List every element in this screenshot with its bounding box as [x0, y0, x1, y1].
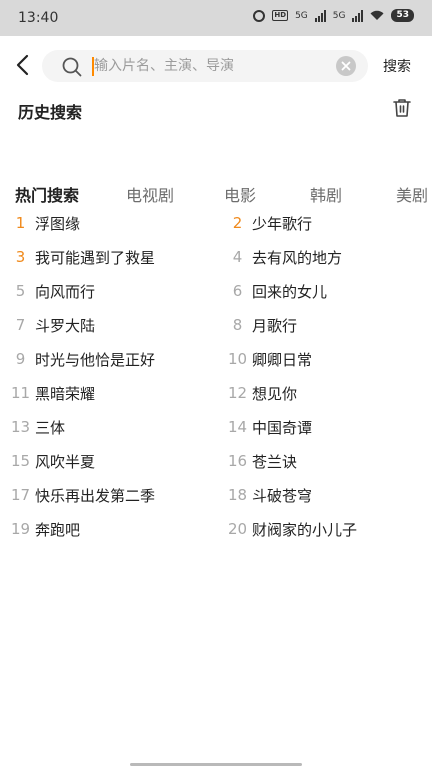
- rank-number: 18: [227, 486, 248, 504]
- rank-title: 苍兰诀: [252, 452, 298, 471]
- rank-title: 斗破苍穹: [252, 486, 313, 505]
- hot-search-item[interactable]: 7 斗罗大陆: [8, 308, 95, 342]
- hd-icon: HD: [272, 10, 289, 21]
- rank-title: 想见你: [252, 384, 298, 403]
- rank-number: 3: [15, 248, 26, 266]
- hot-search-item[interactable]: 2 少年歌行: [225, 206, 312, 240]
- network-label-2: 5G: [332, 10, 346, 21]
- rank-title: 时光与他恰是正好: [35, 350, 156, 369]
- network-label-1: 5G: [295, 10, 308, 21]
- rank-title: 快乐再出发第二季: [35, 486, 156, 505]
- hot-search-item[interactable]: 13 三体: [8, 410, 65, 444]
- rank-number: 16: [227, 452, 248, 470]
- rank-title: 斗罗大陆: [35, 316, 96, 335]
- hot-search-item[interactable]: 19 奔跑吧: [8, 512, 80, 546]
- status-icons: HD 5G 5G 53: [253, 9, 414, 22]
- status-time: 13:40: [18, 10, 59, 26]
- rank-number: 12: [227, 384, 248, 402]
- rank-title: 黑暗荣耀: [35, 384, 96, 403]
- tab-korean-drama[interactable]: 韩剧: [310, 182, 342, 204]
- hot-search-item[interactable]: 3 我可能遇到了救星: [8, 240, 155, 274]
- rank-number: 2: [232, 214, 243, 232]
- rank-number: 1: [15, 214, 26, 232]
- rank-number: 17: [10, 486, 31, 504]
- hot-search-item[interactable]: 11 黑暗荣耀: [8, 376, 95, 410]
- search-input[interactable]: [94, 50, 334, 82]
- rank-number: 20: [227, 520, 248, 538]
- rank-title: 中国奇谭: [252, 418, 313, 437]
- hot-search-item[interactable]: 6 回来的女儿: [225, 274, 327, 308]
- status-bar: 13:40 HD 5G 5G 53: [0, 0, 432, 36]
- hot-search-item[interactable]: 20 财阀家的小儿子: [225, 512, 357, 546]
- rank-title: 财阀家的小儿子: [252, 520, 358, 539]
- rank-title: 回来的女儿: [252, 282, 328, 301]
- back-button[interactable]: [10, 52, 34, 78]
- clear-button[interactable]: [336, 56, 356, 76]
- clear-history-button[interactable]: [391, 97, 413, 123]
- hot-search-item[interactable]: 8 月歌行: [225, 308, 297, 342]
- rank-title: 向风而行: [35, 282, 96, 301]
- rank-number: 9: [15, 350, 26, 368]
- hot-search-item[interactable]: 17 快乐再出发第二季: [8, 478, 155, 512]
- hot-search-item[interactable]: 1 浮图缘: [8, 206, 80, 240]
- home-indicator[interactable]: [130, 763, 302, 766]
- text-caret: [92, 57, 94, 76]
- rank-title: 三体: [35, 418, 66, 437]
- rank-number: 4: [232, 248, 243, 266]
- battery-icon: 53: [391, 9, 414, 22]
- search-button[interactable]: 搜索: [383, 56, 411, 76]
- wifi-icon: [370, 10, 384, 20]
- rank-title: 奔跑吧: [35, 520, 81, 539]
- hot-search-item[interactable]: 16 苍兰诀: [225, 444, 297, 478]
- back-arrow-icon: [16, 54, 29, 76]
- rank-title: 月歌行: [252, 316, 298, 335]
- rank-number: 7: [15, 316, 26, 334]
- tab-hot-search[interactable]: 热门搜索: [15, 182, 79, 204]
- signal-icon-2: [352, 9, 364, 22]
- alarm-icon: [253, 9, 266, 22]
- hot-search-item[interactable]: 14 中国奇谭: [225, 410, 312, 444]
- rank-number: 19: [10, 520, 31, 538]
- tab-tv-series[interactable]: 电视剧: [126, 182, 174, 204]
- hot-search-item[interactable]: 5 向风而行: [8, 274, 95, 308]
- rank-title: 我可能遇到了救星: [35, 248, 156, 267]
- tab-us-drama[interactable]: 美剧: [396, 182, 428, 204]
- rank-number: 5: [15, 282, 26, 300]
- rank-number: 10: [227, 350, 248, 368]
- hot-search-item[interactable]: 9 时光与他恰是正好: [8, 342, 155, 376]
- search-icon: [62, 57, 82, 77]
- rank-number: 14: [227, 418, 248, 436]
- rank-number: 15: [10, 452, 31, 470]
- tab-movies[interactable]: 电影: [224, 182, 256, 204]
- hot-search-item[interactable]: 18 斗破苍穹: [225, 478, 312, 512]
- rank-number: 13: [10, 418, 31, 436]
- search-box[interactable]: [42, 50, 368, 82]
- signal-icon: [314, 9, 326, 22]
- category-tabs: 热门搜索 电视剧 电影 韩剧 美剧: [15, 182, 432, 204]
- rank-title: 风吹半夏: [35, 452, 96, 471]
- rank-number: 11: [10, 384, 31, 402]
- history-title: 历史搜索: [18, 103, 83, 122]
- rank-title: 浮图缘: [35, 214, 81, 233]
- hot-search-item[interactable]: 12 想见你: [225, 376, 297, 410]
- rank-title: 去有风的地方: [252, 248, 343, 267]
- hot-search-item[interactable]: 10 卿卿日常: [225, 342, 312, 376]
- rank-number: 8: [232, 316, 243, 334]
- trash-icon: [393, 99, 411, 117]
- rank-title: 少年歌行: [252, 214, 313, 233]
- hot-search-item[interactable]: 4 去有风的地方: [225, 240, 342, 274]
- hot-search-item[interactable]: 15 风吹半夏: [8, 444, 95, 478]
- rank-number: 6: [232, 282, 243, 300]
- clear-icon: [341, 61, 351, 71]
- rank-title: 卿卿日常: [252, 350, 313, 369]
